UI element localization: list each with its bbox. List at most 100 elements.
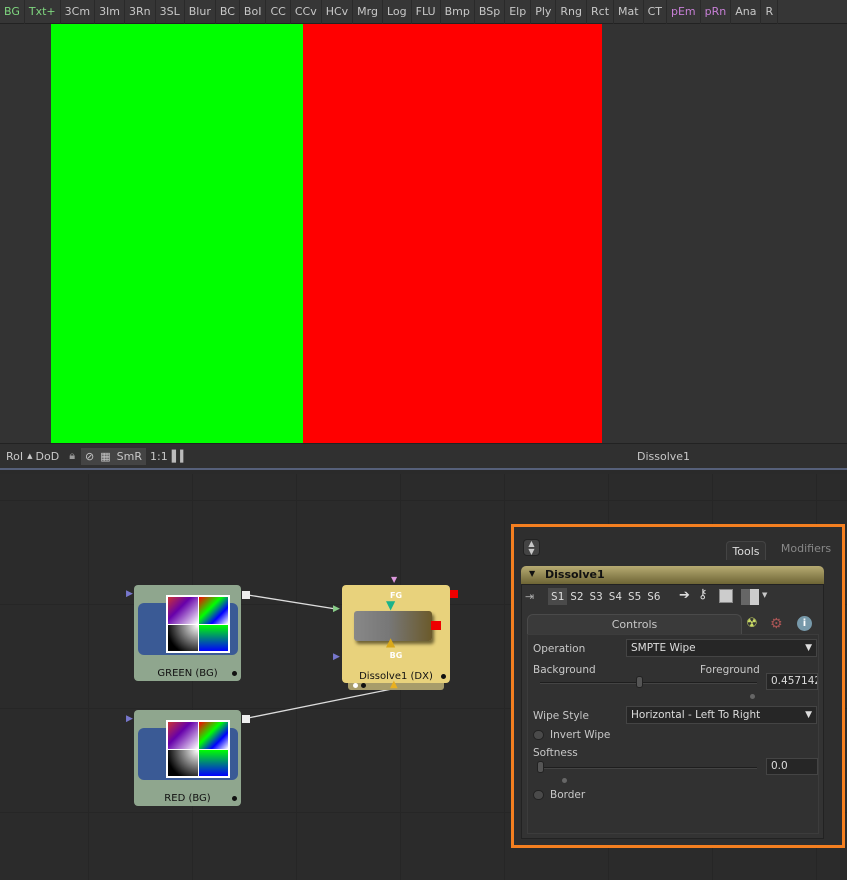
connection-green-to-fg: [247, 594, 337, 610]
gear-icon[interactable]: ⚙: [770, 616, 783, 632]
tool-button-rng[interactable]: Rng: [556, 0, 587, 24]
radioactive-icon[interactable]: ☢: [746, 616, 758, 631]
tab-modifiers[interactable]: Modifiers: [778, 541, 834, 557]
background-label: Background: [533, 664, 596, 676]
output-port[interactable]: [242, 591, 250, 599]
roi-arrow-icon[interactable]: ▲: [27, 452, 32, 460]
checker-icon[interactable]: ▦: [100, 450, 110, 463]
viewer-toolbar: RoI ▲ DoD 🔒︎ ⊘ ▦ SmR 1:1 ▌▍ Dissolve1: [0, 443, 847, 468]
tool-button-3cm[interactable]: 3Cm: [61, 0, 96, 24]
fg-input-icon[interactable]: ▼: [386, 598, 395, 612]
fg-label: FG: [389, 591, 403, 600]
output-port[interactable]: [450, 590, 458, 598]
tool-button-mrg[interactable]: Mrg: [353, 0, 383, 24]
chevron-down-icon: ▼: [805, 710, 812, 720]
slot-buttons: S1 S2 S3 S4 S5 S6: [548, 588, 664, 605]
bg-label: BG: [389, 651, 403, 660]
proxy-icon[interactable]: ⊘: [85, 450, 94, 463]
tool-button-prn[interactable]: pRn: [701, 0, 732, 24]
output-port[interactable]: [242, 715, 250, 723]
slot-button-s1[interactable]: S1: [548, 588, 568, 605]
viewer-image-red: [303, 24, 602, 443]
controls-area: Operation SMPTE Wipe ▼ Background Foregro…: [527, 634, 819, 834]
tool-button-ply[interactable]: Ply: [531, 0, 557, 24]
output-port[interactable]: [431, 621, 441, 630]
mix-slider-track[interactable]: [540, 682, 757, 684]
node-red[interactable]: RED (BG): [134, 710, 241, 806]
tool-button-pem[interactable]: pEm: [667, 0, 701, 24]
slot-button-s5[interactable]: S5: [625, 588, 644, 605]
fg-arrow-icon: ▶: [333, 604, 340, 614]
mix-slider-thumb[interactable]: [636, 676, 644, 688]
connection-red-to-bg: [247, 688, 393, 719]
lut-icon[interactable]: ▌▍: [172, 450, 189, 463]
wipe-style-dropdown[interactable]: Horizontal - Left To Right ▼: [626, 706, 817, 724]
collapse-toggle-icon[interactable]: ▲ ▼: [523, 539, 540, 556]
tool-button-elp[interactable]: Elp: [505, 0, 532, 24]
slot-button-s4[interactable]: S4: [606, 588, 625, 605]
tool-body: ⇥ S1 S2 S3 S4 S5 S6 ➔ ⚷ ▼ Controls ☢ ⚙ i Oper…: [521, 584, 824, 839]
softness-slider-thumb[interactable]: [537, 761, 544, 773]
softness-value-input[interactable]: 0.0: [766, 758, 818, 775]
tool-button-flu[interactable]: FLU: [412, 0, 441, 24]
tool-button-3sl[interactable]: 3SL: [156, 0, 185, 24]
mask-arrow-icon[interactable]: ▶: [333, 652, 340, 662]
effect-mask-icon[interactable]: ▼: [391, 575, 397, 584]
operation-dropdown[interactable]: SMPTE Wipe ▼: [626, 639, 817, 657]
softness-slider-track[interactable]: [540, 767, 757, 769]
tool-button-blur[interactable]: Blur: [185, 0, 216, 24]
wipe-style-label: Wipe Style: [533, 710, 589, 722]
roi-button[interactable]: RoI: [6, 450, 23, 463]
tab-controls[interactable]: Controls: [527, 614, 742, 634]
mix-value-input[interactable]: 0.457142: [766, 673, 818, 690]
tool-button-bc[interactable]: BC: [216, 0, 240, 24]
viewer-image-green: [51, 24, 303, 443]
tool-button-3rn[interactable]: 3Rn: [125, 0, 156, 24]
viewer[interactable]: [0, 24, 847, 443]
softness-label: Softness: [533, 747, 578, 759]
invert-wipe-checkbox[interactable]: [533, 730, 544, 740]
save-icon[interactable]: [719, 589, 733, 603]
tool-name: Dissolve1: [545, 568, 605, 581]
tool-button-ct[interactable]: CT: [644, 0, 667, 24]
tool-toolbar: BG Txt+ 3Cm 3Im 3Rn 3SL Blur BC BoI CC CCv HCv Mrg Lo…: [0, 0, 847, 24]
input-arrow-icon[interactable]: ▶: [126, 714, 133, 724]
info-icon[interactable]: i: [797, 616, 812, 631]
tool-header[interactable]: ▼ Dissolve1: [521, 566, 824, 584]
tool-button-ana[interactable]: Ana: [731, 0, 762, 24]
tool-button-rct[interactable]: Rct: [587, 0, 615, 24]
slot-button-s6[interactable]: S6: [644, 588, 663, 605]
lock-icon[interactable]: 🔒︎: [69, 449, 75, 463]
tool-button-r[interactable]: R: [761, 0, 779, 24]
view-split-icon[interactable]: [741, 589, 759, 605]
slot-button-s3[interactable]: S3: [587, 588, 606, 605]
key-icon[interactable]: ⚷: [698, 587, 708, 602]
collapse-arrow-icon[interactable]: ▼: [529, 569, 535, 578]
slot-button-s2[interactable]: S2: [567, 588, 586, 605]
tool-button-ccv[interactable]: CCv: [291, 0, 322, 24]
tab-tools[interactable]: Tools: [726, 541, 766, 560]
bg-port-icon[interactable]: ▲: [390, 679, 398, 690]
node-dissolve[interactable]: FG ▼ ▲ BG Dissolve1 (DX): [342, 585, 450, 683]
viewer-title: Dissolve1: [637, 449, 691, 463]
tool-button-cc[interactable]: CC: [266, 0, 291, 24]
input-arrow-icon[interactable]: ▶: [126, 589, 133, 599]
tool-button-boi[interactable]: BoI: [240, 0, 267, 24]
tool-button-hcv[interactable]: HCv: [322, 0, 354, 24]
tool-button-3im[interactable]: 3Im: [95, 0, 126, 24]
tool-button-bsp[interactable]: BSp: [475, 0, 506, 24]
tool-button-mat[interactable]: Mat: [614, 0, 644, 24]
pin-icon[interactable]: ⇥: [525, 590, 534, 603]
smr-button[interactable]: SmR: [117, 450, 142, 463]
tool-button-bg[interactable]: BG: [0, 0, 25, 24]
arrow-icon[interactable]: ➔: [679, 588, 690, 603]
tool-button-log[interactable]: Log: [383, 0, 412, 24]
tool-button-txt[interactable]: Txt+: [25, 0, 61, 24]
node-green[interactable]: GREEN (BG): [134, 585, 241, 681]
dod-button[interactable]: DoD: [36, 450, 60, 463]
border-checkbox[interactable]: [533, 790, 544, 800]
tool-button-bmp[interactable]: Bmp: [441, 0, 475, 24]
dropdown-arrow-icon[interactable]: ▼: [762, 591, 767, 599]
scale-button[interactable]: 1:1: [150, 450, 168, 463]
bg-input-icon[interactable]: ▲: [386, 635, 395, 649]
